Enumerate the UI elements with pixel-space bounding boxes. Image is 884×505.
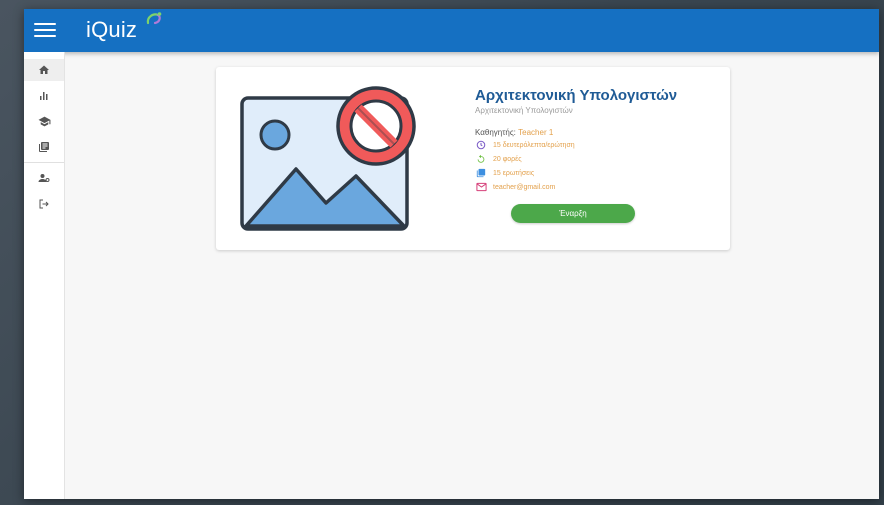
app-logo-text[interactable]: iQuiz (86, 15, 137, 45)
time-per-question-row: 15 δευτερόλεπτα/ερώτηση (475, 138, 715, 152)
sidebar-item-home[interactable] (24, 59, 64, 81)
teacher-label: Καθηγητής: (475, 128, 516, 137)
sidebar-item-logout[interactable] (24, 193, 64, 215)
bar-chart-icon (40, 92, 48, 100)
attempts-row: 20 φορές (475, 152, 715, 166)
questions-row: 15 ερωτήσεις (475, 166, 715, 180)
time-per-question: 15 δευτερόλεπτα/ερώτηση (493, 141, 575, 149)
manage-accounts-icon (38, 174, 50, 182)
teacher-email[interactable]: teacher@gmail.com (493, 184, 555, 191)
quiz-card: Αρχιτεκτονική Υπολογιστών Αρχιτεκτονική … (216, 67, 730, 250)
app-window: iQuiz Αρχιτεκτονική Υπολογιστών Αρχιτεκτ… (24, 9, 879, 499)
graduation-cap-icon (38, 116, 50, 126)
quiz-title: Αρχιτεκτονική Υπολογιστών (475, 87, 678, 104)
sidebar-item-quizzes[interactable] (24, 136, 64, 158)
teacher-line: Καθηγητής: Teacher 1 (475, 128, 715, 138)
email-row: teacher@gmail.com (475, 180, 715, 194)
sidebar-item-statistics[interactable] (24, 85, 64, 107)
start-quiz-button[interactable]: Έναρξη (511, 204, 635, 223)
quiz-details: Αρχιτεκτονική Υπολογιστών Αρχιτεκτονική … (475, 87, 715, 194)
library-books-icon (39, 142, 49, 152)
questions-count: 15 ερωτήσεις (493, 169, 535, 177)
top-app-bar: iQuiz (24, 9, 879, 52)
home-icon (39, 65, 49, 74)
logo-swirl-icon (146, 12, 162, 25)
sidebar-divider (24, 162, 64, 163)
sidebar-item-courses[interactable] (24, 110, 64, 132)
sidebar-nav (24, 52, 65, 499)
attempts: 20 φορές (493, 155, 522, 163)
clock-icon (475, 139, 487, 151)
sidebar-item-profile[interactable] (24, 167, 64, 189)
teacher-name: Teacher 1 (518, 128, 554, 137)
replay-icon (475, 153, 487, 165)
questions-icon (475, 167, 487, 179)
no-image-icon (240, 86, 416, 231)
mail-icon (475, 181, 487, 193)
hamburger-menu-icon[interactable] (34, 20, 56, 40)
quiz-subtitle: Αρχιτεκτονική Υπολογιστών (475, 106, 573, 115)
logout-icon (39, 199, 49, 209)
